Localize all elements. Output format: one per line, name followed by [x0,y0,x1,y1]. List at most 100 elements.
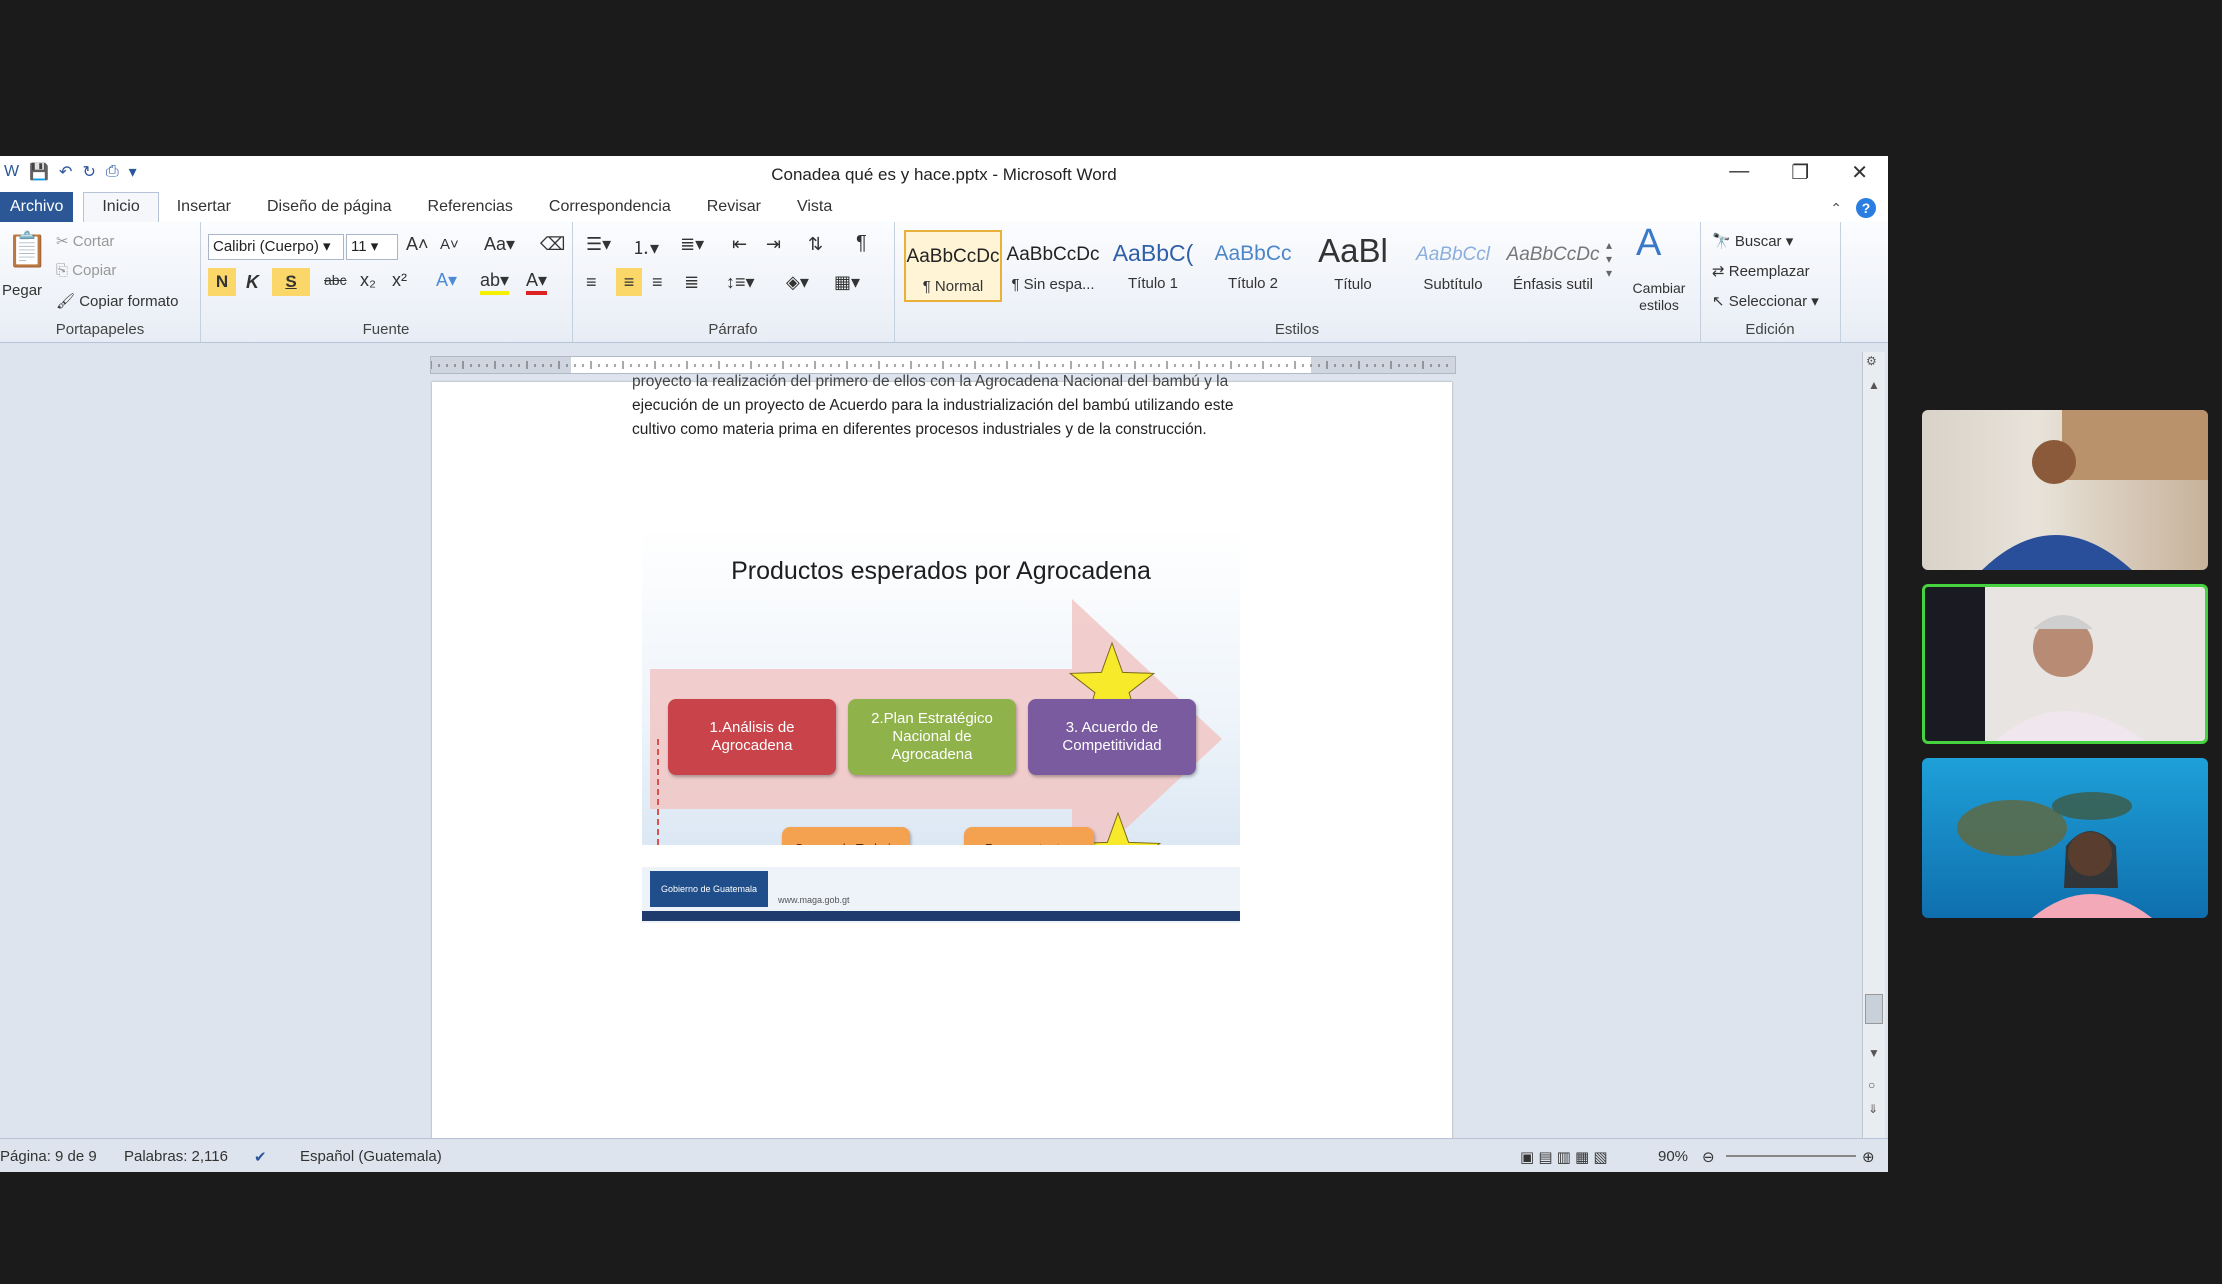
tab-inicio[interactable]: Inicio [83,192,159,222]
tab-correspondencia[interactable]: Correspondencia [531,198,689,222]
sort-icon[interactable]: ⇅ [808,234,823,255]
browse-object-icon[interactable]: ○ [1868,1078,1875,1092]
style-subtitulo[interactable]: AaBbCcl Subtítulo [1404,230,1502,302]
tab-revisar[interactable]: Revisar [689,198,779,222]
close-button[interactable]: ✕ [1851,160,1868,185]
minimize-ribbon-icon[interactable]: ⌃ [1830,200,1842,217]
participant-1-avatar [1982,410,2208,570]
embedded-slide-image[interactable]: Productos esperados por Agrocadena 1.Aná… [642,527,1240,845]
bullets-icon[interactable]: ☰▾ [586,234,611,255]
select-button[interactable]: ↖ Seleccionar ▾ [1712,292,1819,310]
restore-button[interactable]: ❐ [1791,160,1809,185]
cut-button[interactable]: ✂ Cortar [56,232,114,250]
shading-icon[interactable]: ◈▾ [786,272,809,293]
style-normal[interactable]: AaBbCcDc ¶ Normal [904,230,1002,302]
ruler-toggle-icon[interactable]: ⚙ [1866,354,1877,368]
zoom-slider[interactable] [1726,1155,1856,1157]
help-icon[interactable]: ? [1856,198,1876,218]
superscript-icon[interactable]: x² [392,270,407,291]
style-titulo[interactable]: AaBl Título [1304,230,1402,302]
body-paragraph[interactable]: proyecto la realización del primero de e… [632,373,1312,442]
proofing-icon[interactable]: ✔ [254,1148,267,1166]
italic-button[interactable]: K [246,272,259,293]
style-sin-espaciado[interactable]: AaBbCcDc ¶ Sin espa... [1004,230,1102,302]
format-painter-button[interactable]: 🖌 Copiar formato [56,292,178,310]
tab-vista[interactable]: Vista [779,198,850,222]
paragraph-line: ejecución de un proyecto de Acuerdo para… [632,397,1234,414]
group-fuente: Calibri (Cuerpo) ▾ 11 ▾ A˄ A˅ Aa▾ ⌫ N K … [200,222,573,342]
language[interactable]: Español (Guatemala) [300,1148,442,1165]
minimize-button[interactable]: — [1729,160,1749,185]
find-button[interactable]: 🔭 Buscar ▾ [1712,232,1793,250]
page-count[interactable]: Página: 9 de 9 [0,1148,97,1165]
style-titulo-2[interactable]: AaBbCc Título 2 [1204,230,1302,302]
shrink-font-icon[interactable]: A˅ [440,236,459,253]
change-styles-button[interactable]: Cambiar estilos [1630,280,1688,314]
paragraph-line: cultivo como materia prima en diferentes… [632,421,1207,438]
video-tile-participant-1[interactable] [1922,410,2208,570]
clear-format-icon[interactable]: ⌫ [540,234,565,255]
scroll-up-icon[interactable]: ▲ [1868,378,1880,392]
change-styles-icon[interactable]: A [1636,222,1661,265]
participant-3-avatar [1957,792,2152,918]
card-acuerdo: 3. Acuerdo de Competitividad [1028,699,1196,775]
ribbon: 📋 Pegar ✂ Cortar ⎘ Copiar 🖌 Copiar forma… [0,222,1888,343]
slide-bottom-bar [642,911,1240,921]
paste-button[interactable]: Pegar [2,282,42,299]
strikethrough-button[interactable]: abc [324,272,347,288]
underline-button[interactable]: S [272,268,310,296]
increase-indent-icon[interactable]: ⇥ [766,234,781,255]
replace-button[interactable]: ⇄ Reemplazar [1712,262,1810,280]
video-tile-participant-3[interactable] [1922,758,2208,918]
styles-scroll-icon[interactable]: ▴ ▾ ▾ [1606,238,1612,280]
scroll-thumb[interactable] [1865,994,1883,1024]
zoom-in-icon[interactable]: ⊕ [1862,1148,1875,1166]
bold-button[interactable]: N [208,268,236,296]
font-color-icon[interactable]: A▾ [526,270,548,295]
line-spacing-icon[interactable]: ↕≡▾ [726,272,755,293]
text-effects-icon[interactable]: A▾ [436,270,457,291]
decrease-indent-icon[interactable]: ⇤ [732,234,747,255]
copy-button[interactable]: ⎘ Copiar [56,262,116,279]
numbering-icon[interactable]: ⒈▾ [632,234,659,260]
tab-referencias[interactable]: Referencias [410,198,531,222]
paste-icon[interactable]: 📋 [6,230,48,270]
align-center-icon[interactable]: ≡ [616,268,642,296]
group-edicion: 🔭 Buscar ▾ ⇄ Reemplazar ↖ Seleccionar ▾ … [1700,222,1841,342]
group-portapapeles: 📋 Pegar ✂ Cortar ⎘ Copiar 🖌 Copiar forma… [0,222,201,342]
word-count[interactable]: Palabras: 2,116 [124,1148,228,1165]
multilevel-list-icon[interactable]: ≣▾ [680,234,704,255]
show-marks-icon[interactable]: ¶ [856,232,867,255]
style-titulo-1[interactable]: AaBbC( Título 1 [1104,230,1202,302]
tab-archivo[interactable]: Archivo [0,192,74,222]
paragraph-line: proyecto la realización del primero de e… [632,373,1229,390]
font-name-select[interactable]: Calibri (Cuerpo) ▾ [208,234,344,260]
zoom-out-icon[interactable]: ⊖ [1702,1148,1715,1166]
align-right-icon[interactable]: ≡ [652,272,663,293]
scroll-down-icon[interactable]: ▼ [1868,1046,1880,1060]
tab-insertar[interactable]: Insertar [159,198,249,222]
group-label: Estilos [1274,321,1320,338]
maga-logo: Gobierno de Guatemala [650,871,768,907]
group-estilos: AaBbCcDc ¶ Normal AaBbCcDc ¶ Sin espa...… [894,222,1701,342]
next-page-icon[interactable]: ⇓ [1868,1102,1878,1116]
highlight-icon[interactable]: ab▾ [480,270,510,295]
card-analisis: 1.Análisis de Agrocadena [668,699,836,775]
document-page[interactable]: proyecto la realización del primero de e… [432,373,1452,1172]
zoom-level[interactable]: 90% [1658,1148,1688,1165]
font-size-select[interactable]: 11 ▾ [346,234,398,260]
status-bar: Página: 9 de 9 Palabras: 2,116 ✔ Español… [0,1138,1888,1172]
tab-diseno-pagina[interactable]: Diseño de página [249,198,410,222]
grow-font-icon[interactable]: A˄ [406,234,429,255]
style-enfasis-sutil[interactable]: AaBbCcDc Énfasis sutil [1504,230,1602,302]
view-buttons[interactable]: ▣ ▤ ▥ ▦ ▧ [1520,1148,1608,1166]
video-tile-participant-2[interactable] [1922,584,2208,744]
change-case-icon[interactable]: Aa▾ [484,234,515,255]
vertical-scrollbar[interactable]: ⚙ ▲ ▼ ○ ⇓ [1862,352,1885,1172]
subscript-icon[interactable]: x₂ [360,270,376,291]
borders-icon[interactable]: ▦▾ [834,272,860,293]
align-left-icon[interactable]: ≡ [586,272,597,293]
group-label: Edición [1745,321,1795,338]
group-label: Párrafo [708,321,758,338]
justify-icon[interactable]: ≣ [684,272,699,293]
